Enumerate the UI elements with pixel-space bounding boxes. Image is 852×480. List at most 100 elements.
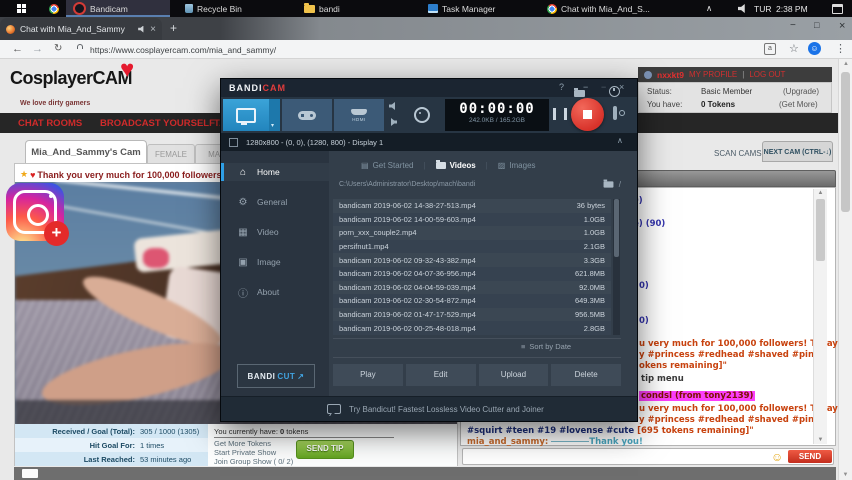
help-icon[interactable]: ? — [559, 82, 564, 92]
url-text[interactable]: https://www.cosplayercam.com/mia_and_sam… — [90, 45, 276, 55]
audio-output-icon[interactable] — [389, 102, 397, 110]
tab-cam-name[interactable]: Mia_And_Sammy's Cam — [25, 140, 147, 164]
tab-audio-icon[interactable] — [138, 26, 145, 33]
tab-close-icon[interactable]: × — [150, 24, 156, 35]
file-row[interactable]: bandicam 2019-06-02 02-30-54-872.mp4649.… — [333, 294, 611, 308]
sidebar-item-general[interactable]: ⚙ General — [221, 193, 329, 211]
page-scroll-down-icon[interactable]: ▼ — [839, 472, 852, 478]
emoji-icon[interactable]: ☺ — [771, 451, 783, 463]
tray-volume-muted-icon[interactable] — [738, 4, 747, 15]
file-row[interactable]: persifnut1.mp42.1GB — [333, 240, 611, 254]
bandicam-restore-icon[interactable]: − — [601, 82, 606, 92]
play-button[interactable]: Play — [333, 364, 403, 386]
taskbar-item-task-manager[interactable]: Task Manager — [421, 0, 530, 17]
browse-folder-icon[interactable] — [603, 181, 613, 187]
chat-scroll-thumb[interactable] — [816, 199, 825, 261]
nav-broadcast-yourself[interactable]: BROADCAST YOURSELF — [100, 118, 215, 129]
taskbar-item-recycle-bin[interactable]: Recycle Bin — [178, 0, 287, 17]
recording-target-bar[interactable]: 1280x800 - (0, 0), (1280, 800) - Display… — [221, 133, 637, 151]
file-row[interactable]: bandicam 2019-06-02 14-38-27-513.mp436 b… — [333, 199, 611, 213]
bandicam-titlebar[interactable]: BANDI CAM ? − − × — [221, 79, 637, 97]
page-scrollbar[interactable]: ▲ ▼ — [838, 58, 852, 480]
edit-button[interactable]: Edit — [406, 364, 476, 386]
site-logo[interactable]: CosplayerCAM — [10, 68, 132, 89]
bandicut-promo-text[interactable]: Try Bandicut! Fastest Lossless Video Cut… — [349, 405, 544, 414]
sidebar-item-home[interactable]: ⌂ Home — [221, 163, 329, 181]
log-out-link[interactable]: LOG OUT — [749, 70, 785, 79]
screen-recording-mode-button[interactable] — [223, 99, 269, 131]
file-row[interactable]: bandicam 2019-06-02 04-07-36-956.mp4621.… — [333, 267, 611, 281]
tab-get-started[interactable]: ▤Get Started — [361, 161, 413, 170]
back-icon[interactable]: ← — [12, 43, 23, 55]
forward-icon[interactable]: → — [32, 43, 43, 55]
new-tab-button[interactable]: + — [170, 21, 177, 35]
sidebar-item-video[interactable]: ▦ Video — [221, 223, 329, 241]
browser-menu-icon[interactable]: ⋮ — [835, 42, 846, 55]
nav-chat-rooms[interactable]: CHAT ROOMS — [18, 118, 82, 129]
screenshot-button[interactable] — [613, 106, 617, 120]
scan-cams-link[interactable]: SCAN CAMS — [714, 149, 762, 158]
tab-images[interactable]: ▨Images — [498, 161, 536, 170]
window-maximize-button[interactable]: □ — [814, 20, 819, 30]
profile-avatar[interactable]: ☺ — [808, 42, 821, 55]
bookmark-star-icon[interactable]: ☆ — [789, 42, 799, 55]
bottom-toolbar-button[interactable] — [22, 469, 38, 478]
notification-center-icon[interactable] — [832, 4, 843, 14]
bandicam-window[interactable]: BANDI CAM ? − − × ▾ HDMI — [220, 78, 638, 422]
file-list-scrollbar[interactable] — [613, 199, 620, 335]
sidebar-item-about[interactable]: ⓘ About — [221, 283, 329, 301]
stop-record-button[interactable] — [571, 98, 604, 131]
webcam-overlay-button[interactable] — [407, 99, 437, 131]
scroll-up-icon[interactable]: ▲ — [814, 190, 827, 196]
file-list-scroll-thumb[interactable] — [614, 199, 619, 257]
taskbar-item-chrome-chat[interactable]: Chat with Mia_And_S... — [540, 0, 679, 17]
upgrade-link[interactable]: (Upgrade) — [783, 87, 819, 96]
browser-tab-chat[interactable]: Chat with Mia_And_Sammy × — [0, 18, 162, 40]
game-recording-mode-button[interactable] — [282, 99, 332, 131]
start-private-show-link[interactable]: Start Private Show — [214, 448, 276, 457]
taskbar-chrome-button[interactable] — [42, 0, 66, 17]
bandicam-minimize-icon[interactable]: − — [583, 82, 588, 92]
video-file-list[interactable]: bandicam 2019-06-02 14-38-27-513.mp436 b… — [333, 199, 611, 335]
target-checkbox-icon[interactable] — [229, 138, 238, 147]
bandicam-close-icon[interactable]: × — [619, 82, 624, 92]
file-row[interactable]: porn_xxx_couple2.mp41.0GB — [333, 226, 611, 240]
tray-clock[interactable]: 2:38 PM — [776, 4, 808, 14]
device-recording-mode-button[interactable]: HDMI — [334, 99, 384, 131]
microphone-icon[interactable] — [389, 118, 397, 126]
taskbar-item-bandicam[interactable]: Bandicam — [66, 0, 170, 17]
sidebar-item-image[interactable]: ▣ Image — [221, 253, 329, 271]
chat-input-field[interactable]: ☺ SEND — [462, 448, 834, 465]
file-row[interactable]: bandicam 2019-06-02 04-04-59-039.mp492.0… — [333, 281, 611, 295]
page-scroll-up-icon[interactable]: ▲ — [839, 58, 852, 67]
file-row[interactable]: bandicam 2019-06-02 14-00-59-603.mp41.0G… — [333, 213, 611, 227]
start-button[interactable] — [0, 0, 42, 17]
file-row[interactable]: bandicam 2019-06-02 09-32-43-382.mp43.3G… — [333, 253, 611, 267]
my-profile-link[interactable]: MY PROFILE — [689, 70, 737, 79]
scroll-down-icon[interactable]: ▼ — [814, 437, 827, 443]
collapse-chevron-icon[interactable]: ∧ — [617, 136, 623, 145]
get-more-tokens-link[interactable]: Get More Tokens — [214, 439, 271, 448]
window-minimize-button[interactable]: − — [790, 20, 796, 31]
window-close-button[interactable]: × — [839, 20, 845, 32]
chat-send-button[interactable]: SEND — [788, 450, 832, 463]
page-scroll-thumb[interactable] — [841, 72, 850, 212]
taskbar-item-bandi-folder[interactable]: bandi — [297, 0, 396, 17]
bandicut-promo-button[interactable]: BANDICUT ↗ — [237, 364, 315, 388]
send-tip-button[interactable]: SEND TIP — [296, 440, 354, 459]
pause-button[interactable] — [553, 108, 567, 120]
delete-button[interactable]: Delete — [551, 364, 621, 386]
tray-chevron-icon[interactable]: ∧ — [706, 3, 712, 14]
file-row[interactable]: bandicam 2019-06-02 01-47-17-529.mp4956.… — [333, 308, 611, 322]
get-more-link[interactable]: (Get More) — [779, 100, 818, 109]
tray-language[interactable]: TUR — [754, 4, 771, 14]
translate-icon[interactable]: a — [764, 43, 776, 55]
next-cam-button[interactable]: NEXT CAM (CTRL-↓) — [762, 141, 833, 162]
file-row[interactable]: bandicam 2019-06-02 00-25-48-018.mp42.8G… — [333, 321, 611, 335]
output-path-bar[interactable]: C:\Users\Administrator\Desktop\mach\band… — [339, 180, 621, 189]
reload-icon[interactable]: ↻ — [54, 43, 62, 54]
chat-scrollbar[interactable]: ▲ ▼ — [813, 189, 827, 444]
tab-female[interactable]: FEMALE — [147, 144, 195, 164]
join-group-show-link[interactable]: Join Group Show ( 0/ 2) — [214, 457, 293, 466]
instagram-follow-badge[interactable]: + — [44, 221, 69, 246]
